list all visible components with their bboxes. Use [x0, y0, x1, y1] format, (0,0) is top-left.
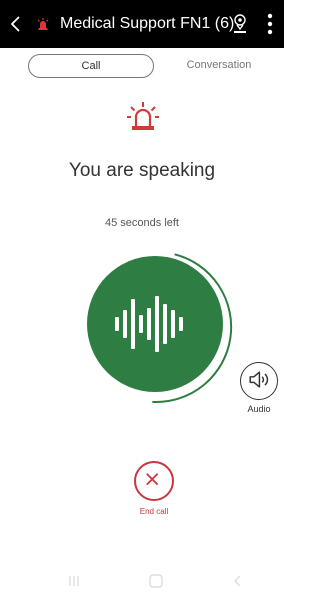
audio-button[interactable]	[240, 362, 278, 400]
close-icon	[146, 473, 159, 486]
tab-conversation[interactable]: Conversation	[176, 54, 262, 76]
audio-label: Audio	[247, 404, 271, 414]
more-vertical-icon[interactable]	[266, 12, 274, 36]
channel-title: Medical Support FN1 (6)	[60, 15, 235, 32]
alarm-light-icon	[37, 18, 49, 30]
tab-bar: Call Conversation	[0, 48, 284, 84]
time-remaining: 45 seconds left	[105, 217, 179, 229]
alarm-light-icon	[127, 102, 159, 130]
chevron-left-icon[interactable]	[6, 14, 26, 34]
location-pin-icon[interactable]	[232, 13, 248, 35]
back-icon[interactable]	[230, 574, 246, 588]
app-header: Medical Support FN1 (6)	[0, 0, 284, 48]
home-icon[interactable]	[148, 574, 164, 588]
tab-call[interactable]: Call	[28, 54, 154, 78]
push-to-talk-button[interactable]	[80, 252, 240, 412]
end-call-button[interactable]	[134, 461, 174, 501]
speaking-status: You are speaking	[68, 160, 216, 181]
end-call-label: End call	[139, 507, 169, 516]
recent-apps-icon[interactable]	[66, 574, 82, 588]
system-navbar	[0, 568, 284, 592]
speaker-icon	[249, 371, 269, 388]
